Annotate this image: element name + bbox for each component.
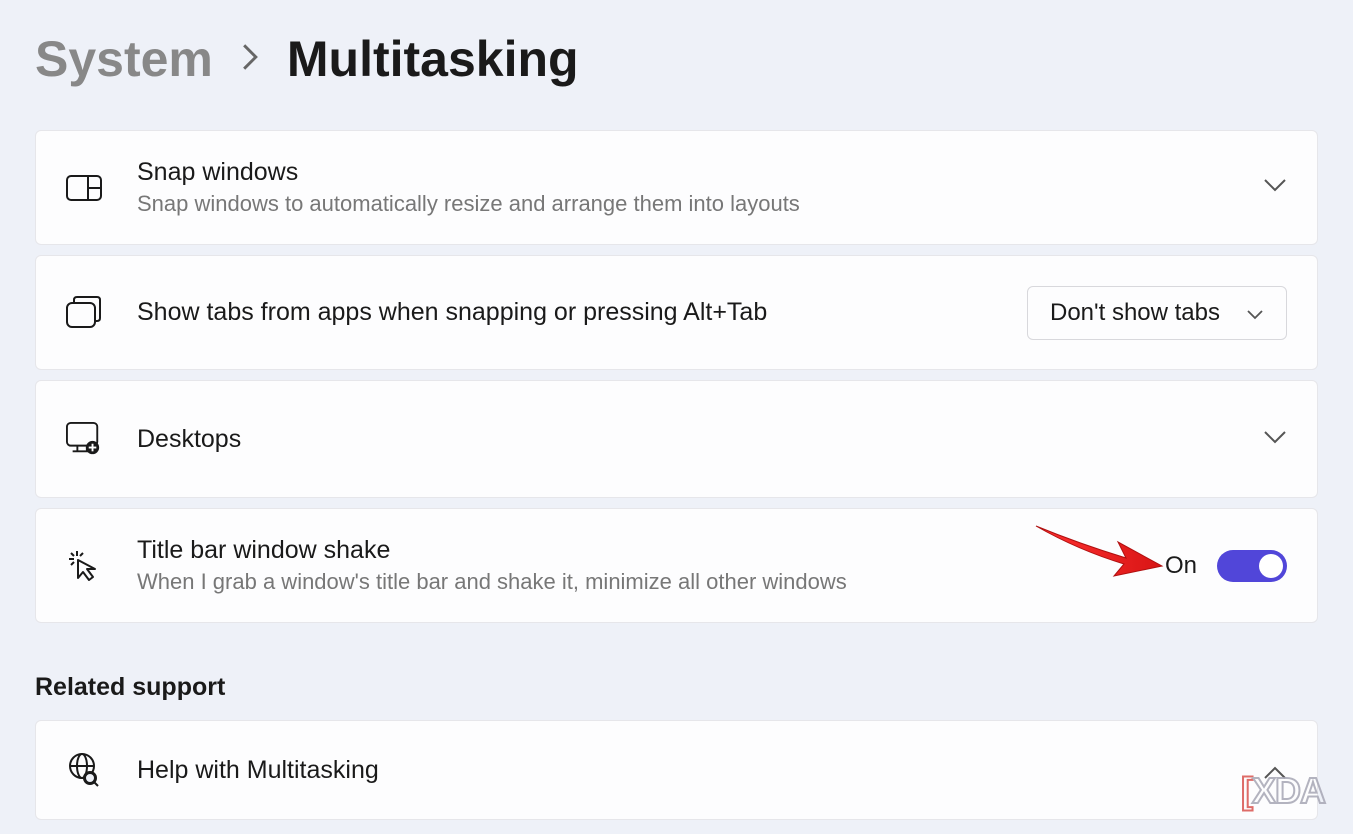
card-title: Title bar window shake xyxy=(137,536,1165,565)
card-title: Desktops xyxy=(137,425,1243,454)
tabs-icon xyxy=(66,295,102,331)
snap-layout-icon xyxy=(66,170,102,206)
chevron-right-icon xyxy=(241,43,259,76)
breadcrumb-parent[interactable]: System xyxy=(35,30,213,88)
card-title: Snap windows xyxy=(137,158,1243,187)
cursor-click-icon xyxy=(66,548,102,584)
title-bar-shake-toggle[interactable] xyxy=(1217,550,1287,582)
card-content: Snap windows Snap windows to automatical… xyxy=(137,158,1243,217)
chevron-down-icon xyxy=(1263,430,1287,449)
snap-windows-row[interactable]: Snap windows Snap windows to automatical… xyxy=(35,130,1318,245)
show-tabs-dropdown[interactable]: Don't show tabs xyxy=(1027,286,1287,340)
title-bar-shake-row[interactable]: Title bar window shake When I grab a win… xyxy=(35,508,1318,623)
card-title: Help with Multitasking xyxy=(137,756,1243,785)
card-control: On xyxy=(1165,550,1287,582)
card-content: Desktops xyxy=(137,425,1243,454)
globe-search-icon xyxy=(66,752,102,788)
breadcrumb: System Multitasking xyxy=(35,30,1318,88)
card-content: Title bar window shake When I grab a win… xyxy=(137,536,1165,595)
card-control: Don't show tabs xyxy=(1027,286,1287,340)
card-content: Help with Multitasking xyxy=(137,756,1243,785)
desktops-row[interactable]: Desktops xyxy=(35,380,1318,498)
show-tabs-row[interactable]: Show tabs from apps when snapping or pre… xyxy=(35,255,1318,370)
card-content: Show tabs from apps when snapping or pre… xyxy=(137,298,1027,327)
watermark: [XDA xyxy=(1241,770,1325,812)
toggle-state-label: On xyxy=(1165,552,1197,580)
card-description: When I grab a window's title bar and sha… xyxy=(137,569,1165,595)
chevron-down-icon xyxy=(1263,178,1287,197)
help-with-multitasking-row[interactable]: Help with Multitasking xyxy=(35,720,1318,820)
breadcrumb-current: Multitasking xyxy=(287,30,579,88)
chevron-down-icon xyxy=(1246,299,1264,327)
dropdown-value: Don't show tabs xyxy=(1050,299,1222,327)
related-support-heading: Related support xyxy=(35,673,1318,702)
card-description: Snap windows to automatically resize and… xyxy=(137,191,1243,217)
card-title: Show tabs from apps when snapping or pre… xyxy=(137,298,1027,327)
desktops-icon xyxy=(66,421,102,457)
